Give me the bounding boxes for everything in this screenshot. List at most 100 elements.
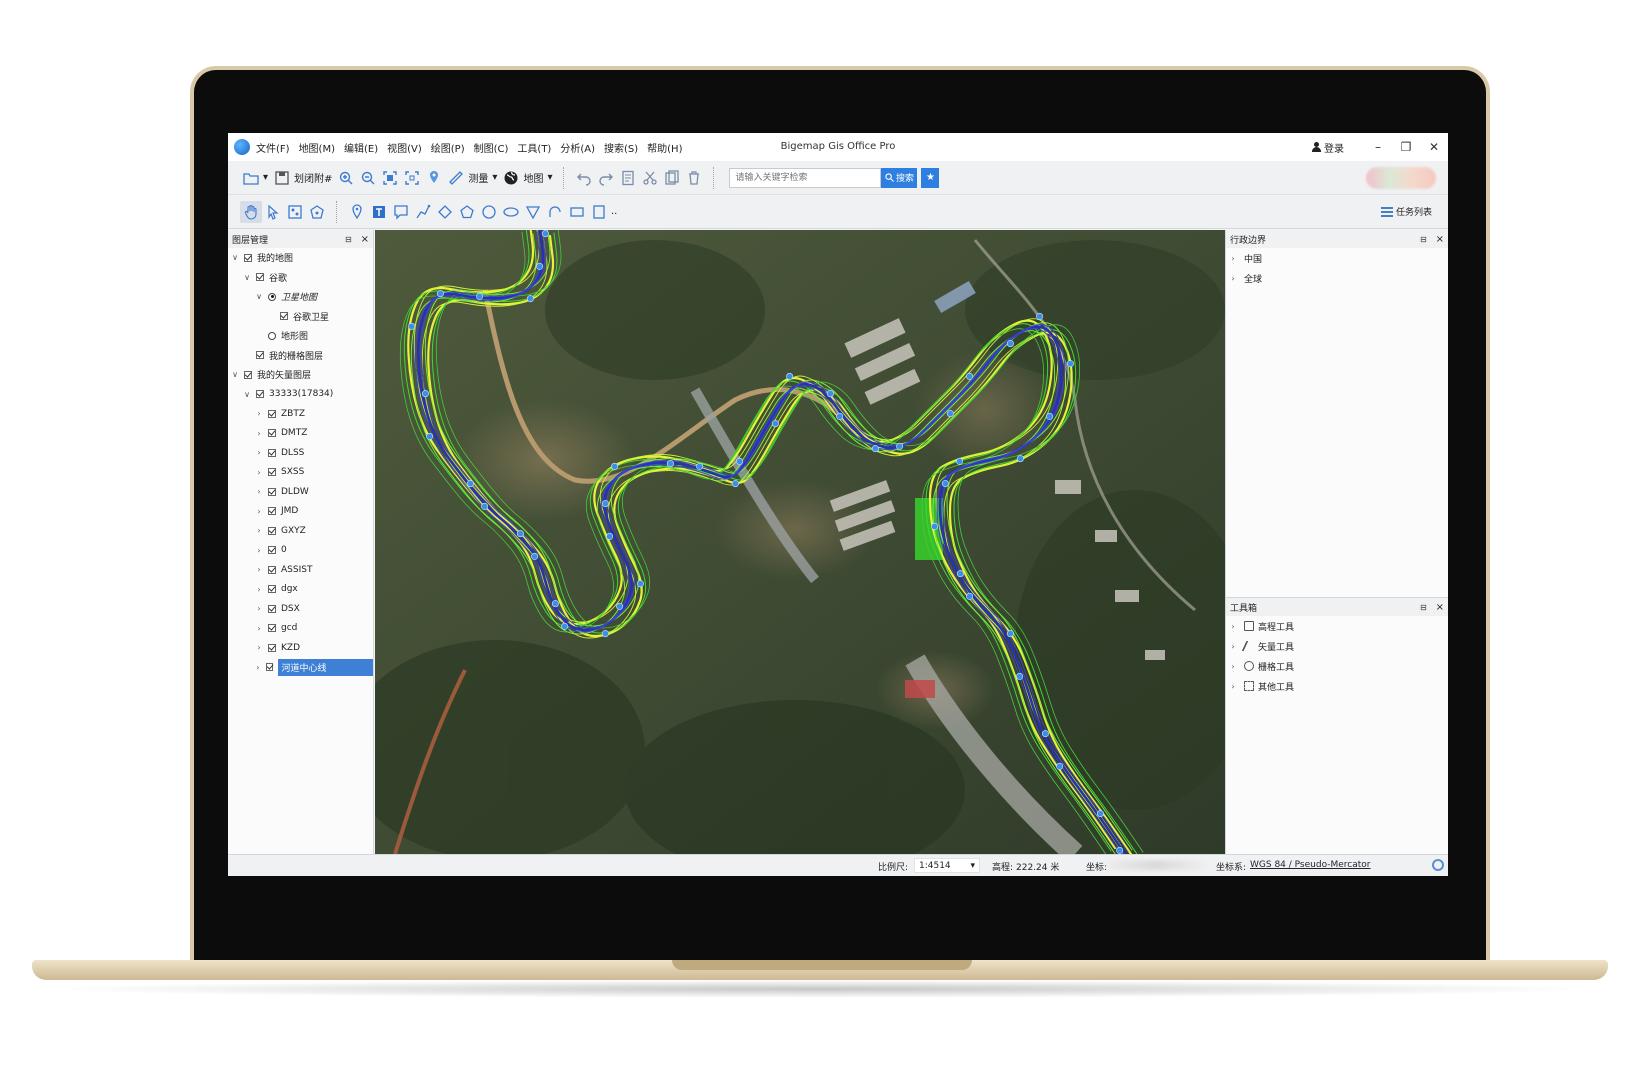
menu-draw[interactable]: 绘图(P) <box>431 140 465 155</box>
layer-tree-item[interactable]: › dgx <box>228 580 373 600</box>
menu-edit[interactable]: 编辑(E) <box>344 140 378 155</box>
ellipse-icon[interactable] <box>500 201 522 223</box>
delete-icon[interactable] <box>683 167 705 189</box>
close-window-button[interactable]: ✕ <box>1420 140 1448 154</box>
chevron-down-icon[interactable]: ∨ <box>254 292 264 301</box>
toolbox-vector-tools[interactable]: › 矢量工具 <box>1226 636 1448 656</box>
favorite-star-button[interactable]: ★ <box>921 167 940 188</box>
survey-point[interactable] <box>941 480 949 488</box>
pentagon-icon[interactable] <box>456 201 478 223</box>
survey-point[interactable] <box>541 230 549 238</box>
select-region-icon[interactable] <box>284 201 306 223</box>
menu-file[interactable]: 文件(F) <box>256 140 290 155</box>
survey-point[interactable] <box>931 522 939 530</box>
admin-item-china[interactable]: › 中国 <box>1226 248 1448 268</box>
survey-point[interactable] <box>1046 412 1054 420</box>
layer-tree-item[interactable]: › JMD <box>228 502 373 522</box>
survey-point[interactable] <box>871 445 879 453</box>
layer-tree-item[interactable]: › ASSIST <box>228 560 373 580</box>
close-panel-icon[interactable]: × <box>1436 234 1444 245</box>
measure-label[interactable]: 测量 <box>468 170 488 185</box>
layer-checkbox[interactable] <box>268 487 276 496</box>
close-panel-icon[interactable]: × <box>361 234 369 245</box>
survey-point[interactable] <box>826 390 834 398</box>
map-label[interactable]: 地图 <box>523 170 543 185</box>
toolbox-elevation-tools[interactable]: › 高程工具 <box>1226 616 1448 636</box>
survey-point[interactable] <box>1006 340 1014 348</box>
polyline-icon[interactable] <box>412 201 434 223</box>
survey-point[interactable] <box>1066 360 1074 368</box>
measure-dropdown-icon[interactable]: ▾ <box>492 172 497 183</box>
layer-checkbox[interactable] <box>268 507 276 516</box>
survey-point[interactable] <box>956 570 964 578</box>
copy-icon[interactable] <box>661 167 683 189</box>
survey-point[interactable] <box>408 322 416 330</box>
save-icon[interactable] <box>271 167 293 189</box>
layer-checkbox[interactable] <box>268 643 276 652</box>
restore-button[interactable]: ❐ <box>1392 140 1420 154</box>
toolbox-raster-tools[interactable]: › 栅格工具 <box>1226 656 1448 676</box>
rectangle-icon[interactable] <box>566 201 588 223</box>
layer-tree-item[interactable]: › GXYZ <box>228 521 373 541</box>
survey-point[interactable] <box>731 480 739 488</box>
menu-view[interactable]: 视图(V) <box>387 140 422 155</box>
survey-point[interactable] <box>426 432 434 440</box>
locate-pin-icon[interactable] <box>423 167 445 189</box>
redo-icon[interactable] <box>595 167 617 189</box>
chevron-right-icon[interactable]: › <box>254 624 264 633</box>
survey-point[interactable] <box>966 372 974 380</box>
layer-checkbox[interactable] <box>268 409 276 418</box>
survey-point[interactable] <box>551 600 559 608</box>
survey-point[interactable] <box>956 457 964 465</box>
chevron-right-icon[interactable]: › <box>254 604 264 613</box>
arc-icon[interactable] <box>544 201 566 223</box>
survey-point[interactable] <box>636 580 644 588</box>
undo-icon[interactable] <box>573 167 595 189</box>
chevron-right-icon[interactable]: › <box>254 507 264 516</box>
chevron-down-icon[interactable]: ∨ <box>230 253 240 262</box>
survey-point[interactable] <box>601 630 609 638</box>
crs-link[interactable]: WGS 84 / Pseudo-Mercator <box>1250 860 1371 870</box>
menu-help[interactable]: 帮助(H) <box>647 140 682 155</box>
chevron-right-icon[interactable]: › <box>254 643 264 652</box>
layer-tree-item[interactable]: ∨ 33333(17834) <box>228 385 373 405</box>
layer-checkbox[interactable] <box>244 253 252 262</box>
survey-point[interactable] <box>1116 846 1124 854</box>
select-polygon-icon[interactable] <box>306 201 328 223</box>
settings-gear-icon[interactable] <box>1432 859 1444 871</box>
layer-tree-item[interactable]: › gcd <box>228 619 373 639</box>
chevron-right-icon[interactable]: › <box>254 546 264 555</box>
survey-point[interactable] <box>696 462 704 470</box>
search-button[interactable]: 搜索 <box>881 167 918 188</box>
pan-hand-icon[interactable] <box>240 200 262 223</box>
menu-tools[interactable]: 工具(T) <box>517 140 551 155</box>
chevron-down-icon[interactable]: ∨ <box>242 273 252 282</box>
document-icon[interactable] <box>617 167 639 189</box>
survey-point[interactable] <box>466 480 474 488</box>
chevron-right-icon[interactable]: › <box>254 429 264 438</box>
more-tools-button[interactable]: .. <box>611 206 617 217</box>
menu-map[interactable]: 地图(M) <box>299 140 335 155</box>
chevron-right-icon[interactable]: › <box>254 448 264 457</box>
survey-point[interactable] <box>526 295 534 303</box>
layer-tree-item[interactable]: › 0 <box>228 541 373 561</box>
circle-icon[interactable] <box>478 201 500 223</box>
survey-point[interactable] <box>476 292 484 300</box>
search-input[interactable] <box>729 167 882 188</box>
chevron-right-icon[interactable]: › <box>254 468 264 477</box>
layer-checkbox[interactable] <box>244 370 252 379</box>
freehand-polygon-icon[interactable] <box>434 201 456 223</box>
full-extent-icon[interactable] <box>379 167 401 189</box>
layer-tree-item[interactable]: › DLSS <box>228 443 373 463</box>
sector-icon[interactable] <box>522 201 544 223</box>
layer-tree-item[interactable]: ∨ 谷歌 <box>228 268 373 288</box>
layer-radio[interactable] <box>268 331 276 340</box>
callout-icon[interactable] <box>390 201 412 223</box>
square-icon[interactable] <box>588 201 610 223</box>
layer-tree-item[interactable]: › DSX <box>228 599 373 619</box>
layer-checkbox[interactable] <box>268 468 276 477</box>
layer-tree-item[interactable]: 地形图 <box>228 326 373 346</box>
select-arrow-icon[interactable] <box>262 201 284 223</box>
map-dropdown-icon[interactable]: ▾ <box>547 172 552 183</box>
layer-tree-item[interactable]: 我的栅格图层 <box>228 346 373 366</box>
